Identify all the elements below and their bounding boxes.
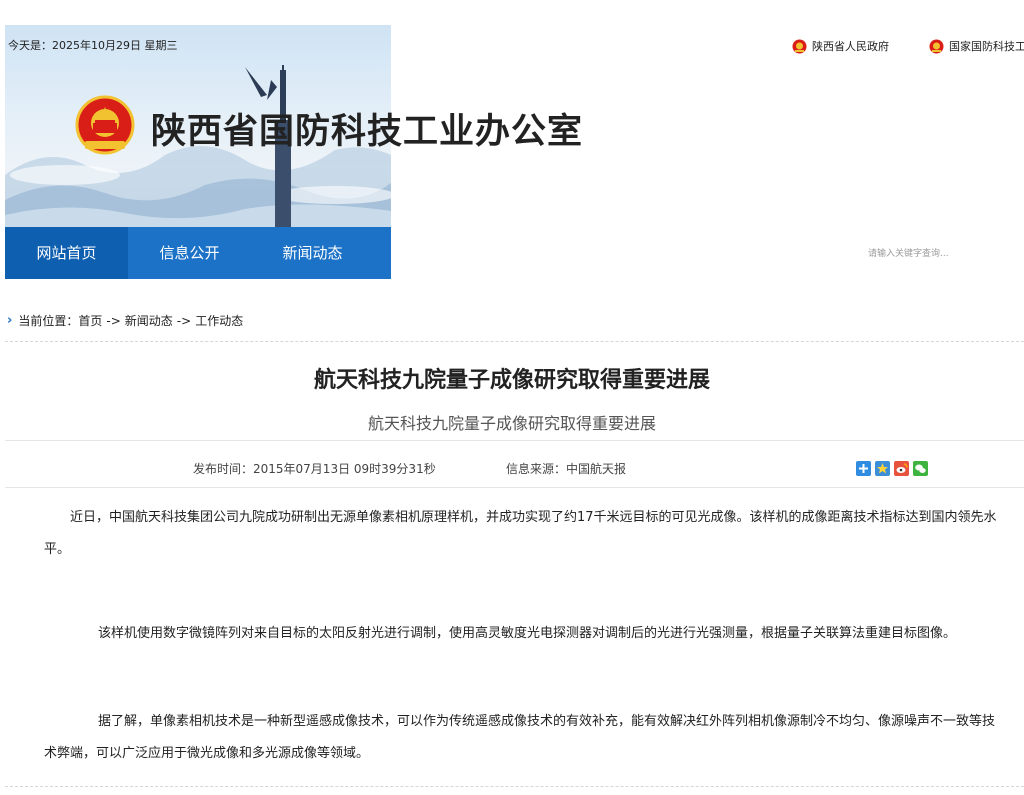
national-emblem-icon: [792, 39, 807, 54]
breadcrumb-news[interactable]: 新闻动态: [125, 312, 173, 329]
divider: [5, 786, 1024, 787]
divider: [5, 341, 1024, 342]
breadcrumb-prefix: 当前位置：: [18, 314, 79, 328]
share-weibo-icon[interactable]: [894, 461, 909, 476]
nav-item-info-disclosure[interactable]: 信息公开: [128, 227, 251, 279]
share-qzone-icon[interactable]: [875, 461, 890, 476]
article-paragraph: 近日，中国航天科技集团公司九院成功研制出无源单像素相机原理样机，并成功实现了约1…: [44, 510, 997, 557]
breadcrumb-separator: ->: [106, 313, 121, 328]
article-paragraph: 该样机使用数字微镜阵列对来自目标的太阳反射光进行调制，使用高灵敏度光电探测器对调…: [98, 626, 957, 641]
national-emblem-icon: [929, 39, 944, 54]
info-source: 信息来源：中国航天报: [506, 462, 627, 476]
article-subtitle: 航天科技九院量子成像研究取得重要进展: [367, 414, 656, 433]
article-title: 航天科技九院量子成像研究取得重要进展: [313, 368, 710, 393]
share-wechat-icon[interactable]: [913, 461, 928, 476]
share-plus-icon[interactable]: [856, 461, 871, 476]
nav-item-home[interactable]: 网站首页: [5, 227, 128, 279]
breadcrumb-work-news[interactable]: 工作动态: [195, 312, 243, 329]
chevron-right-icon: ›: [7, 313, 13, 328]
breadcrumb: › 当前位置： 首页 -> 新闻动态 -> 工作动态: [7, 312, 243, 329]
breadcrumb-separator: ->: [176, 313, 192, 328]
national-emblem-icon: [75, 95, 135, 157]
main-nav: 网站首页 信息公开 新闻动态: [5, 227, 391, 279]
share-bar: [856, 461, 928, 476]
nav-item-news[interactable]: 新闻动态: [251, 227, 374, 279]
search-input[interactable]: [868, 247, 1008, 261]
site-title: 陕西省国防科技工业办公室: [151, 112, 584, 152]
divider: [5, 440, 1024, 441]
current-date: 今天是：2025年10月29日 星期三: [8, 39, 178, 52]
divider: [5, 487, 1024, 488]
link-label: 陕西省人民政府: [812, 40, 889, 53]
link-national-defense-office[interactable]: 国家国防科技工: [929, 38, 1024, 54]
article-paragraph: 据了解，单像素相机技术是一种新型遥感成像技术，可以作为传统遥感成像技术的有效补充…: [44, 714, 996, 761]
publish-time: 发布时间：2015年07月13日 09时39分31秒: [193, 462, 436, 476]
link-shaanxi-government[interactable]: 陕西省人民政府: [792, 38, 889, 54]
breadcrumb-home[interactable]: 首页: [78, 312, 102, 329]
link-label: 国家国防科技工: [949, 40, 1024, 53]
